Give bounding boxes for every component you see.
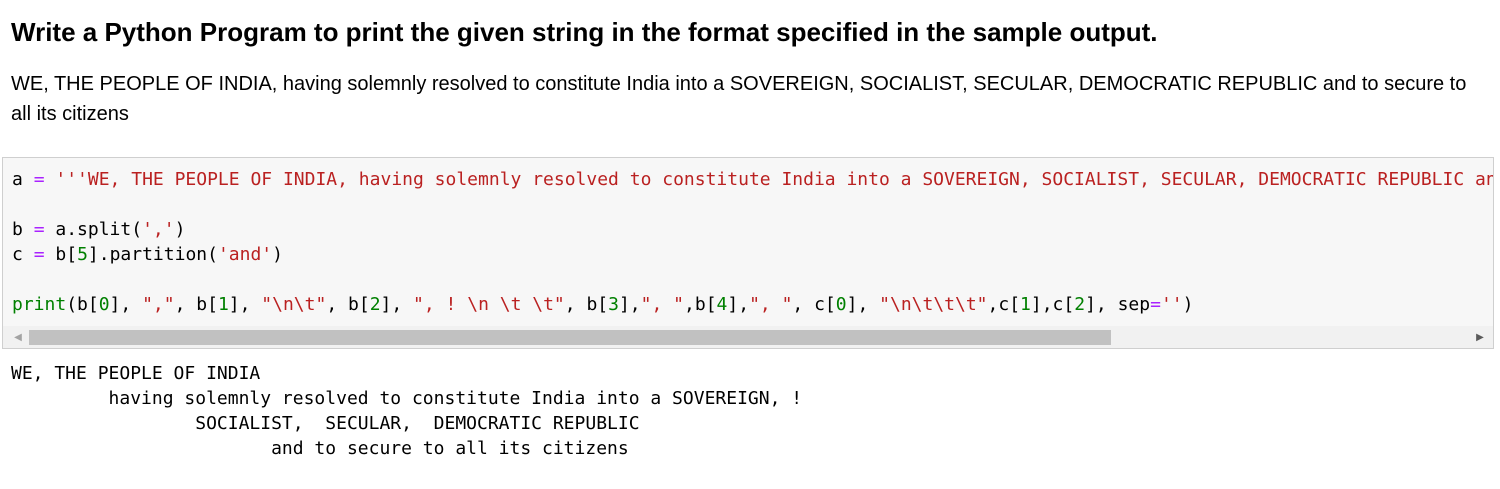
code-token: 0 bbox=[98, 294, 110, 315]
code-token: 1 bbox=[217, 294, 229, 315]
code-token: , b[ bbox=[564, 294, 609, 315]
code-line-1: a = '''WE, THE PEOPLE OF INDIA, having s… bbox=[12, 167, 1493, 192]
code-token: = bbox=[33, 169, 45, 190]
output-line: and to secure to all its citizens bbox=[11, 438, 629, 459]
code-line-3: c = b[5].partition('and') bbox=[12, 242, 1493, 267]
code-token: "\n\t" bbox=[261, 294, 327, 315]
code-token: ", " bbox=[640, 294, 685, 315]
code-token: ,c[ bbox=[987, 294, 1021, 315]
code-token: b bbox=[12, 219, 23, 240]
code-editor[interactable]: a = '''WE, THE PEOPLE OF INDIA, having s… bbox=[12, 167, 1493, 317]
code-line-4: print(b[0], ",", b[1], "\n\t", b[2], ", … bbox=[12, 292, 1493, 317]
code-token: ], sep bbox=[1085, 294, 1151, 315]
code-token: ", " bbox=[749, 294, 793, 315]
code-token: (b[ bbox=[66, 294, 99, 315]
code-token: 5 bbox=[77, 244, 88, 265]
code-string-literal: '''WE, THE PEOPLE OF INDIA, having solem… bbox=[55, 169, 1493, 190]
scroll-right-icon[interactable]: ▶ bbox=[1469, 326, 1491, 348]
code-token: = bbox=[33, 219, 45, 240]
code-token: print bbox=[12, 294, 67, 315]
code-token: ) bbox=[272, 244, 283, 265]
code-token: ,b[ bbox=[684, 294, 717, 315]
code-token: a bbox=[12, 169, 23, 190]
code-token: 4 bbox=[716, 294, 728, 315]
question-description: WE, THE PEOPLE OF INDIA, having solemnly… bbox=[11, 73, 1467, 125]
code-token: b[ bbox=[55, 244, 78, 265]
code-token: 1 bbox=[1020, 294, 1031, 315]
code-token: = bbox=[1150, 294, 1161, 315]
question-heading: Write a Python Program to print the give… bbox=[11, 17, 1158, 47]
code-token: ], bbox=[228, 294, 262, 315]
code-token: , b[ bbox=[174, 294, 218, 315]
code-token: ) bbox=[174, 219, 186, 240]
code-token: ", ! \n \t \t" bbox=[413, 294, 565, 315]
scrollbar-thumb[interactable] bbox=[29, 330, 1111, 345]
code-token: c bbox=[12, 244, 23, 265]
scroll-left-icon[interactable]: ◀ bbox=[7, 326, 29, 348]
output-line: having solemnly resolved to constitute I… bbox=[11, 388, 803, 409]
output-line: SOCIALIST, SECULAR, DEMOCRATIC REPUBLIC bbox=[11, 413, 640, 434]
code-token: ',' bbox=[142, 219, 175, 240]
code-token: 2 bbox=[369, 294, 381, 315]
code-token: ], bbox=[846, 294, 880, 315]
code-token: ],c[ bbox=[1030, 294, 1075, 315]
code-token: ], bbox=[109, 294, 143, 315]
horizontal-scrollbar[interactable]: ◀ ▶ bbox=[3, 326, 1493, 348]
code-token: "," bbox=[142, 294, 175, 315]
code-token: 3 bbox=[608, 294, 619, 315]
code-token: a.split( bbox=[55, 219, 143, 240]
notebook-page: Write a Python Program to print the give… bbox=[0, 0, 1500, 489]
code-token: 2 bbox=[1074, 294, 1086, 315]
code-token: , b[ bbox=[326, 294, 370, 315]
code-token: = bbox=[33, 244, 45, 265]
code-token: "\n\t\t\t" bbox=[879, 294, 988, 315]
code-token: 0 bbox=[835, 294, 847, 315]
cell-output: WE, THE PEOPLE OF INDIA having solemnly … bbox=[11, 361, 802, 461]
code-token: '' bbox=[1160, 294, 1183, 315]
code-line-2: b = a.split(',') bbox=[12, 217, 1493, 242]
code-token: ].partition( bbox=[87, 244, 218, 265]
code-token: ], bbox=[727, 294, 750, 315]
output-line: WE, THE PEOPLE OF INDIA bbox=[11, 363, 261, 384]
code-token: , c[ bbox=[792, 294, 836, 315]
code-cell[interactable]: a = '''WE, THE PEOPLE OF INDIA, having s… bbox=[2, 157, 1494, 349]
code-token: 'and' bbox=[217, 244, 273, 265]
code-token: ) bbox=[1182, 294, 1194, 315]
code-token: ], bbox=[380, 294, 414, 315]
code-token: ], bbox=[618, 294, 641, 315]
